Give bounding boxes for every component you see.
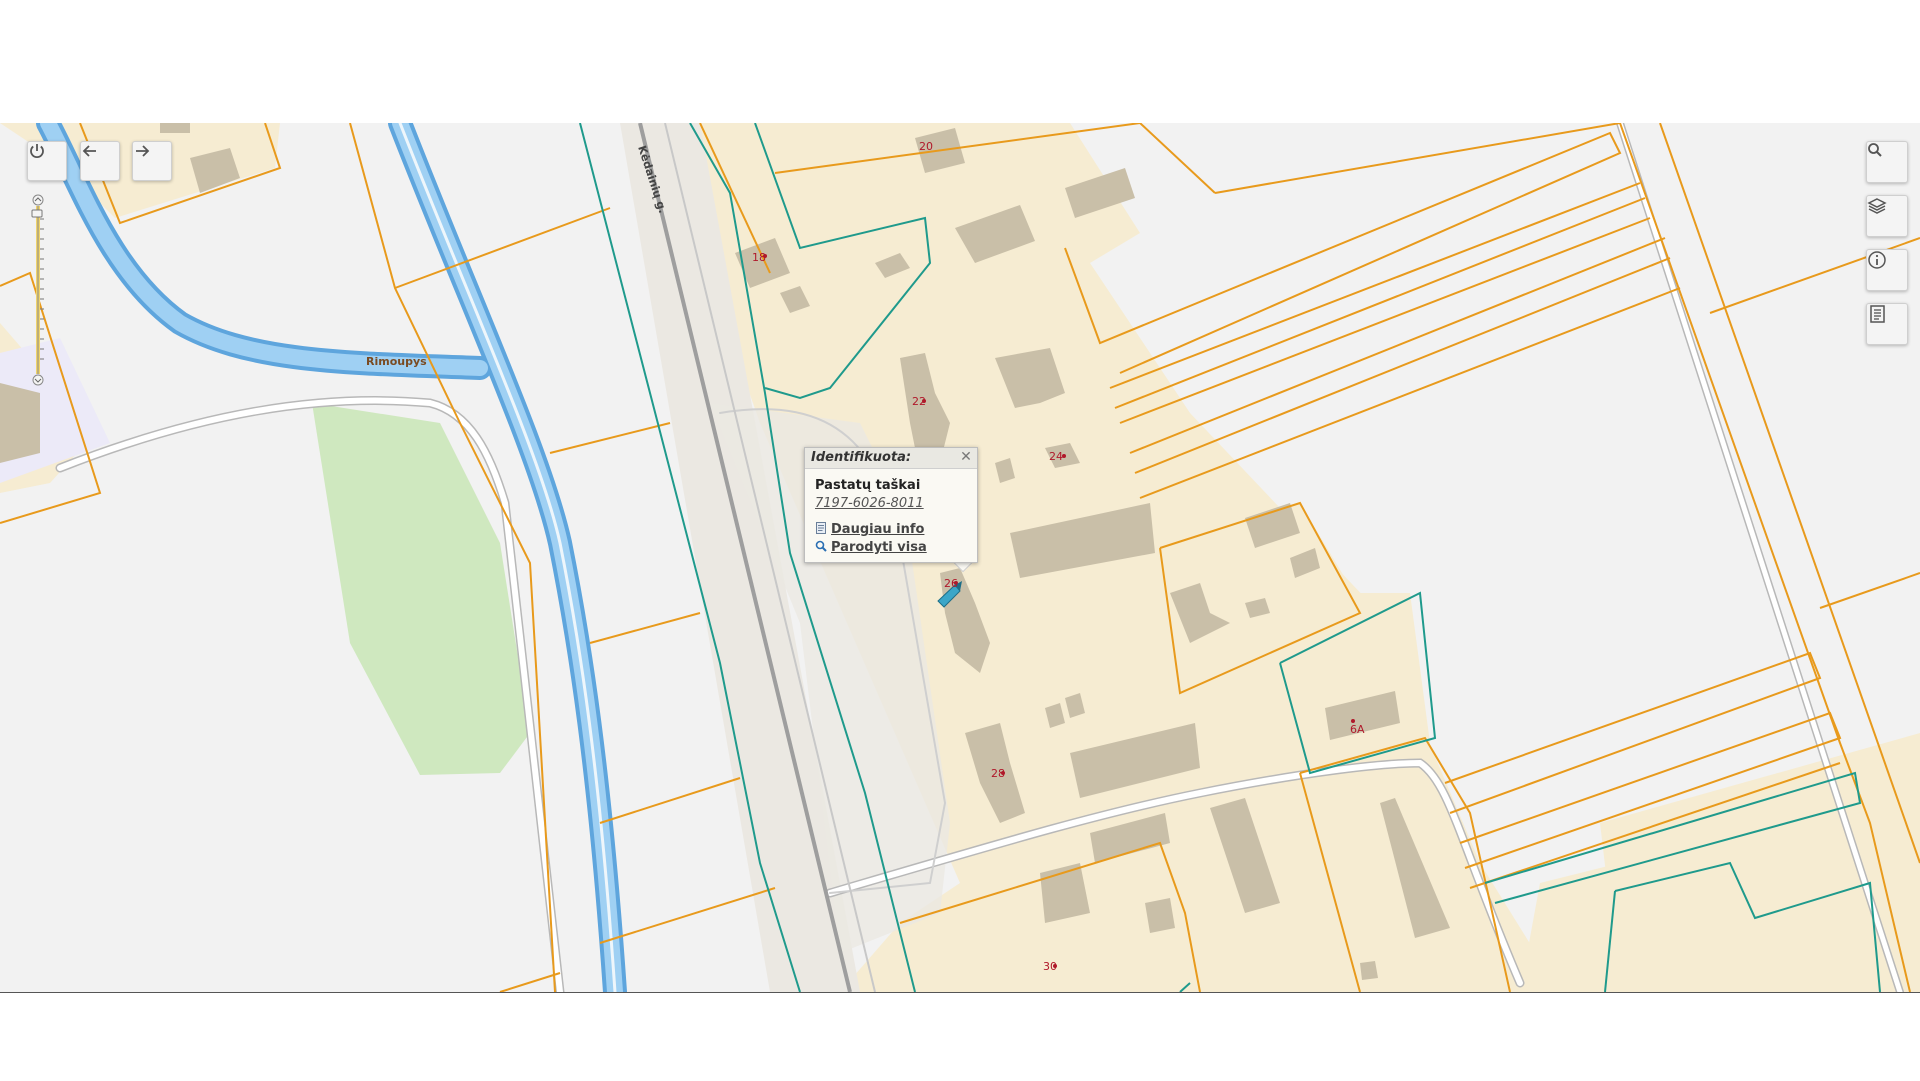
search-icon [1868, 143, 1882, 157]
layers-icon [1867, 198, 1887, 214]
house-number-28: 28 [991, 767, 1005, 780]
house-number-22: 22 [912, 395, 926, 408]
river-label: Rimoupys [366, 355, 427, 368]
top-blank-band [0, 0, 1920, 123]
more-info-label: Daugiau info [831, 522, 925, 537]
document-icon [816, 522, 826, 534]
house-number-18: 18 [752, 251, 766, 264]
layers-button[interactable] [1866, 195, 1908, 237]
magnifier-icon [815, 540, 827, 552]
search-button[interactable] [1866, 141, 1908, 183]
house-number-30: 30 [1043, 960, 1057, 973]
close-icon[interactable]: ✕ [959, 450, 973, 464]
zoom-slider[interactable] [30, 194, 46, 386]
info-button[interactable] [1866, 249, 1908, 291]
house-number-6a: 6A [1350, 723, 1365, 736]
river [36, 123, 627, 992]
bottom-blank-band [0, 992, 1920, 1081]
forward-button[interactable] [132, 141, 172, 181]
info-icon [1868, 251, 1886, 269]
arrow-right-icon [136, 145, 150, 157]
popup-header: Identifikuota: [805, 448, 977, 469]
house-number-20: 20 [919, 140, 933, 153]
identify-popup: Identifikuota: ✕ Pastatų taškai 7197-602… [804, 447, 978, 563]
show-all-label: Parodyti visa [831, 540, 927, 555]
green-park [312, 403, 530, 775]
more-info-link[interactable]: Daugiau info [815, 522, 924, 537]
house-number-24: 24 [1049, 450, 1063, 463]
popup-feature-id[interactable]: 7197-6026-8011 [815, 496, 924, 511]
document-icon [1870, 305, 1885, 323]
power-icon [30, 144, 44, 158]
popup-layer-title: Pastatų taškai [815, 478, 921, 493]
zoom-slider-track [31, 194, 44, 386]
legend-button[interactable] [1866, 303, 1908, 345]
back-button[interactable] [80, 141, 120, 181]
power-button[interactable] [27, 141, 67, 181]
show-all-link[interactable]: Parodyti visa [815, 540, 927, 555]
house-number-26: 26 [944, 577, 958, 590]
arrow-left-icon [82, 145, 96, 157]
